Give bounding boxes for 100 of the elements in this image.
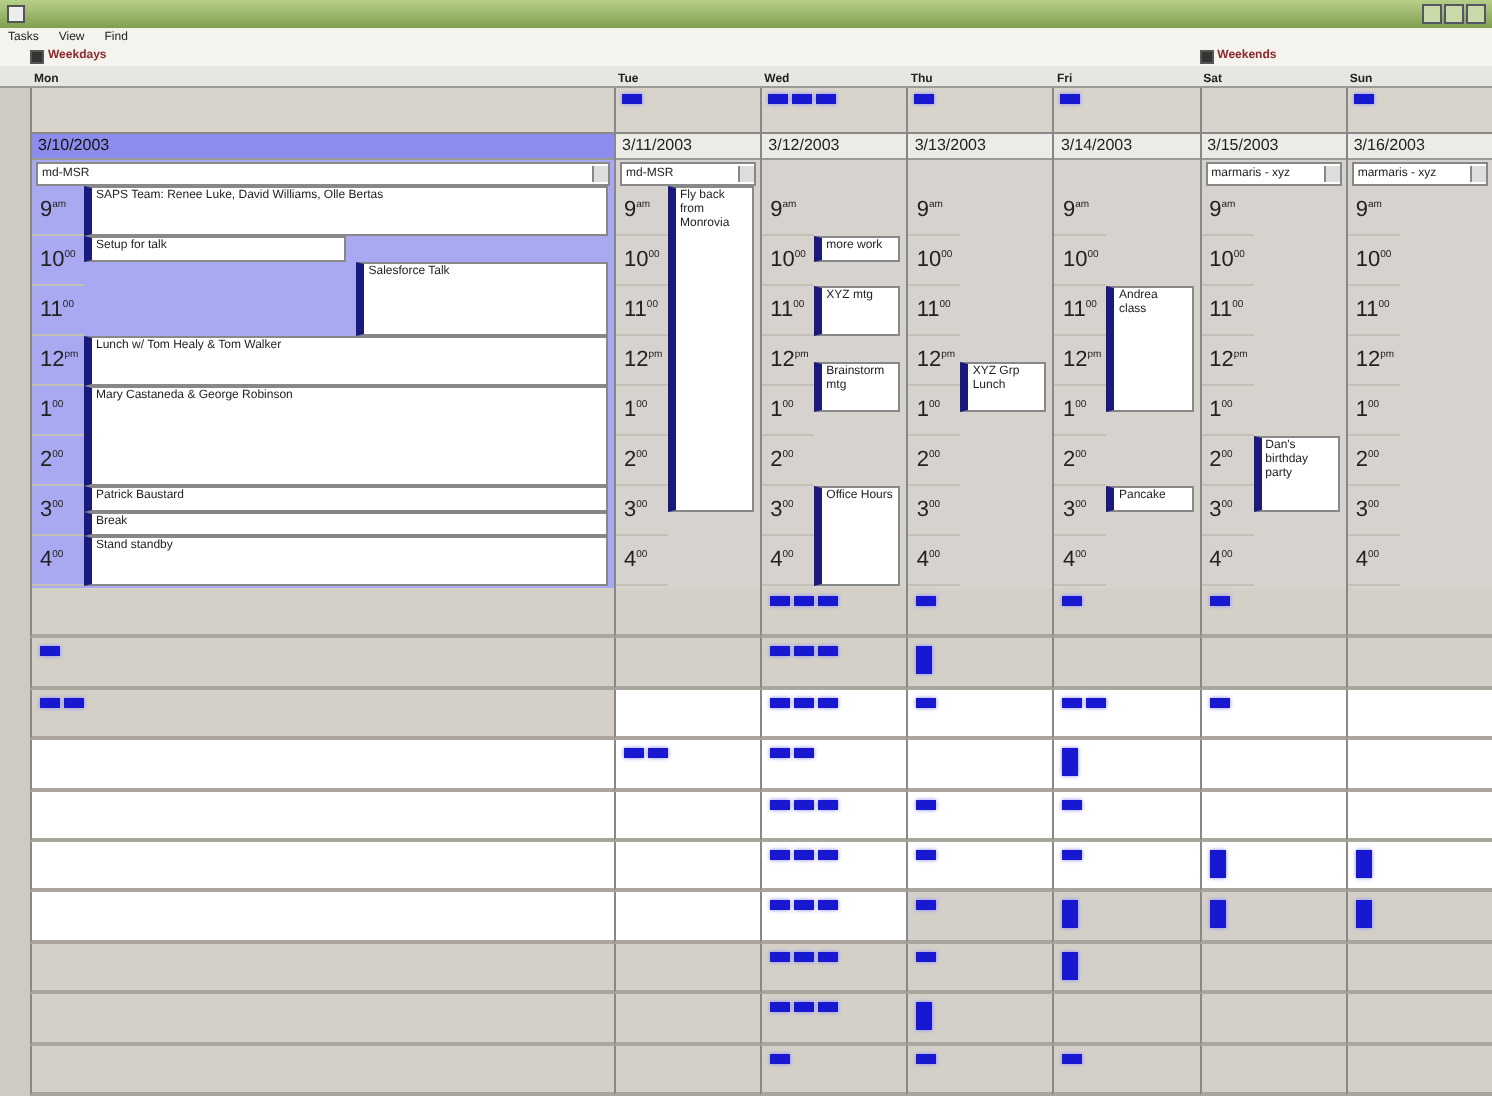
day-cell[interactable]: [1345, 842, 1492, 893]
day-cell[interactable]: [614, 994, 761, 1046]
day-cell[interactable]: [760, 994, 907, 1046]
day-cell[interactable]: [1052, 892, 1200, 944]
day-cell[interactable]: [1052, 791, 1200, 843]
day-cell[interactable]: [30, 943, 614, 995]
day-cell[interactable]: [760, 842, 907, 893]
day-cell[interactable]: [1052, 1045, 1200, 1096]
day-cell[interactable]: [1052, 943, 1200, 995]
day-cell[interactable]: [760, 740, 907, 792]
day-cell[interactable]: [906, 638, 1053, 690]
day-cell[interactable]: [30, 892, 614, 944]
event-marker-icon: [916, 1053, 937, 1064]
event-marker-icon: [916, 1002, 933, 1031]
day-cell[interactable]: [30, 689, 614, 741]
day-cell[interactable]: [1345, 791, 1492, 843]
day-cell[interactable]: [1199, 994, 1346, 1046]
day-cell[interactable]: [1199, 588, 1346, 639]
day-cell[interactable]: [614, 943, 761, 995]
event-marker-icon: [770, 850, 791, 861]
day-cell[interactable]: [614, 1045, 761, 1096]
day-cell[interactable]: [614, 689, 761, 741]
hour-label: 10$^{00}$: [1062, 248, 1099, 272]
day-cell[interactable]: [1052, 994, 1200, 1046]
day-cell[interactable]: [1345, 994, 1492, 1046]
event-marker-icon: [794, 799, 815, 810]
day-cell[interactable]: [760, 689, 907, 741]
hour-label: 12$^{pm}$: [1209, 348, 1248, 372]
day-cell[interactable]: [1199, 638, 1346, 690]
date-header[interactable]: 3/14/2003: [1054, 134, 1200, 160]
event-marker-icon: [1086, 697, 1107, 708]
day-cell[interactable]: [1052, 842, 1200, 893]
day-cell[interactable]: [760, 892, 907, 944]
day-cell[interactable]: [614, 842, 761, 893]
event-marker-icon: [64, 697, 84, 708]
event-marker-icon: [770, 596, 791, 606]
day-cell[interactable]: [906, 994, 1053, 1046]
day-cell[interactable]: [30, 740, 614, 792]
day-cell[interactable]: [30, 791, 614, 843]
day-cell[interactable]: [906, 740, 1053, 792]
day-cell[interactable]: [1345, 892, 1492, 944]
day-cell[interactable]: [1052, 689, 1200, 741]
date-header[interactable]: 3/16/2003: [1347, 134, 1492, 160]
day-cell[interactable]: [906, 1045, 1053, 1096]
day-cell[interactable]: [614, 892, 761, 944]
day-cell[interactable]: [614, 791, 761, 843]
maximize-button[interactable]: [1444, 4, 1464, 24]
day-cell[interactable]: [760, 638, 907, 690]
date-header[interactable]: 3/12/2003: [762, 134, 907, 160]
day-cell[interactable]: [1345, 1045, 1492, 1096]
day-cell[interactable]: [30, 638, 614, 690]
day-cell[interactable]: [1345, 588, 1492, 639]
day-cell[interactable]: [614, 740, 761, 792]
day-cell[interactable]: [1345, 689, 1492, 741]
day-cell[interactable]: [1052, 638, 1200, 690]
hour-label: 2$^{00}$: [1209, 448, 1233, 472]
hour-label: 11$^{00}$: [770, 298, 805, 322]
day-cell[interactable]: [1052, 740, 1200, 792]
hour-label: 3$^{00}$: [1062, 498, 1087, 522]
date-header[interactable]: 3/15/2003: [1201, 134, 1346, 160]
date-header[interactable]: 3/11/2003: [616, 134, 761, 160]
day-cell[interactable]: [30, 842, 614, 893]
day-cell[interactable]: [906, 791, 1053, 843]
hour-label: 9$^{am}$: [1355, 198, 1382, 222]
day-cell[interactable]: [1199, 892, 1346, 944]
day-cell[interactable]: [906, 588, 1053, 639]
day-cell[interactable]: [30, 994, 614, 1046]
hour-label: 1$^{00}$: [916, 398, 941, 422]
date-header[interactable]: 3/13/2003: [908, 134, 1053, 160]
hour-label: 2$^{00}$: [916, 448, 941, 472]
day-cell[interactable]: [614, 588, 761, 639]
day-cell[interactable]: [30, 1045, 614, 1096]
day-cell[interactable]: [906, 943, 1053, 995]
date-header[interactable]: 3/10/2003: [32, 134, 614, 160]
day-cell[interactable]: [760, 588, 907, 639]
day-cell[interactable]: [1199, 689, 1346, 741]
day-cell[interactable]: [760, 1045, 907, 1096]
day-cell[interactable]: [906, 689, 1053, 741]
checkbox[interactable]: [30, 49, 44, 63]
day-cell[interactable]: [1199, 791, 1346, 843]
day-cell[interactable]: [760, 791, 907, 843]
day-cell[interactable]: [1199, 943, 1346, 995]
event-marker-icon: [1209, 900, 1226, 929]
day-cell[interactable]: [1199, 740, 1346, 792]
checkbox[interactable]: [1199, 49, 1214, 63]
day-cell[interactable]: [760, 943, 907, 995]
day-column[interactable]: [30, 134, 614, 588]
close-button[interactable]: [1466, 4, 1486, 24]
hour-label: 9$^{am}$: [1209, 198, 1236, 222]
day-cell[interactable]: [1345, 638, 1492, 690]
day-cell[interactable]: [1345, 740, 1492, 792]
day-cell[interactable]: [1199, 1045, 1346, 1096]
day-cell[interactable]: [906, 842, 1053, 893]
day-cell[interactable]: [906, 892, 1053, 944]
day-cell[interactable]: [1345, 943, 1492, 995]
day-cell[interactable]: [614, 638, 761, 690]
day-cell[interactable]: [1052, 588, 1200, 639]
day-cell[interactable]: [30, 588, 614, 639]
minimize-button[interactable]: [1422, 4, 1442, 24]
day-cell[interactable]: [1199, 842, 1346, 893]
